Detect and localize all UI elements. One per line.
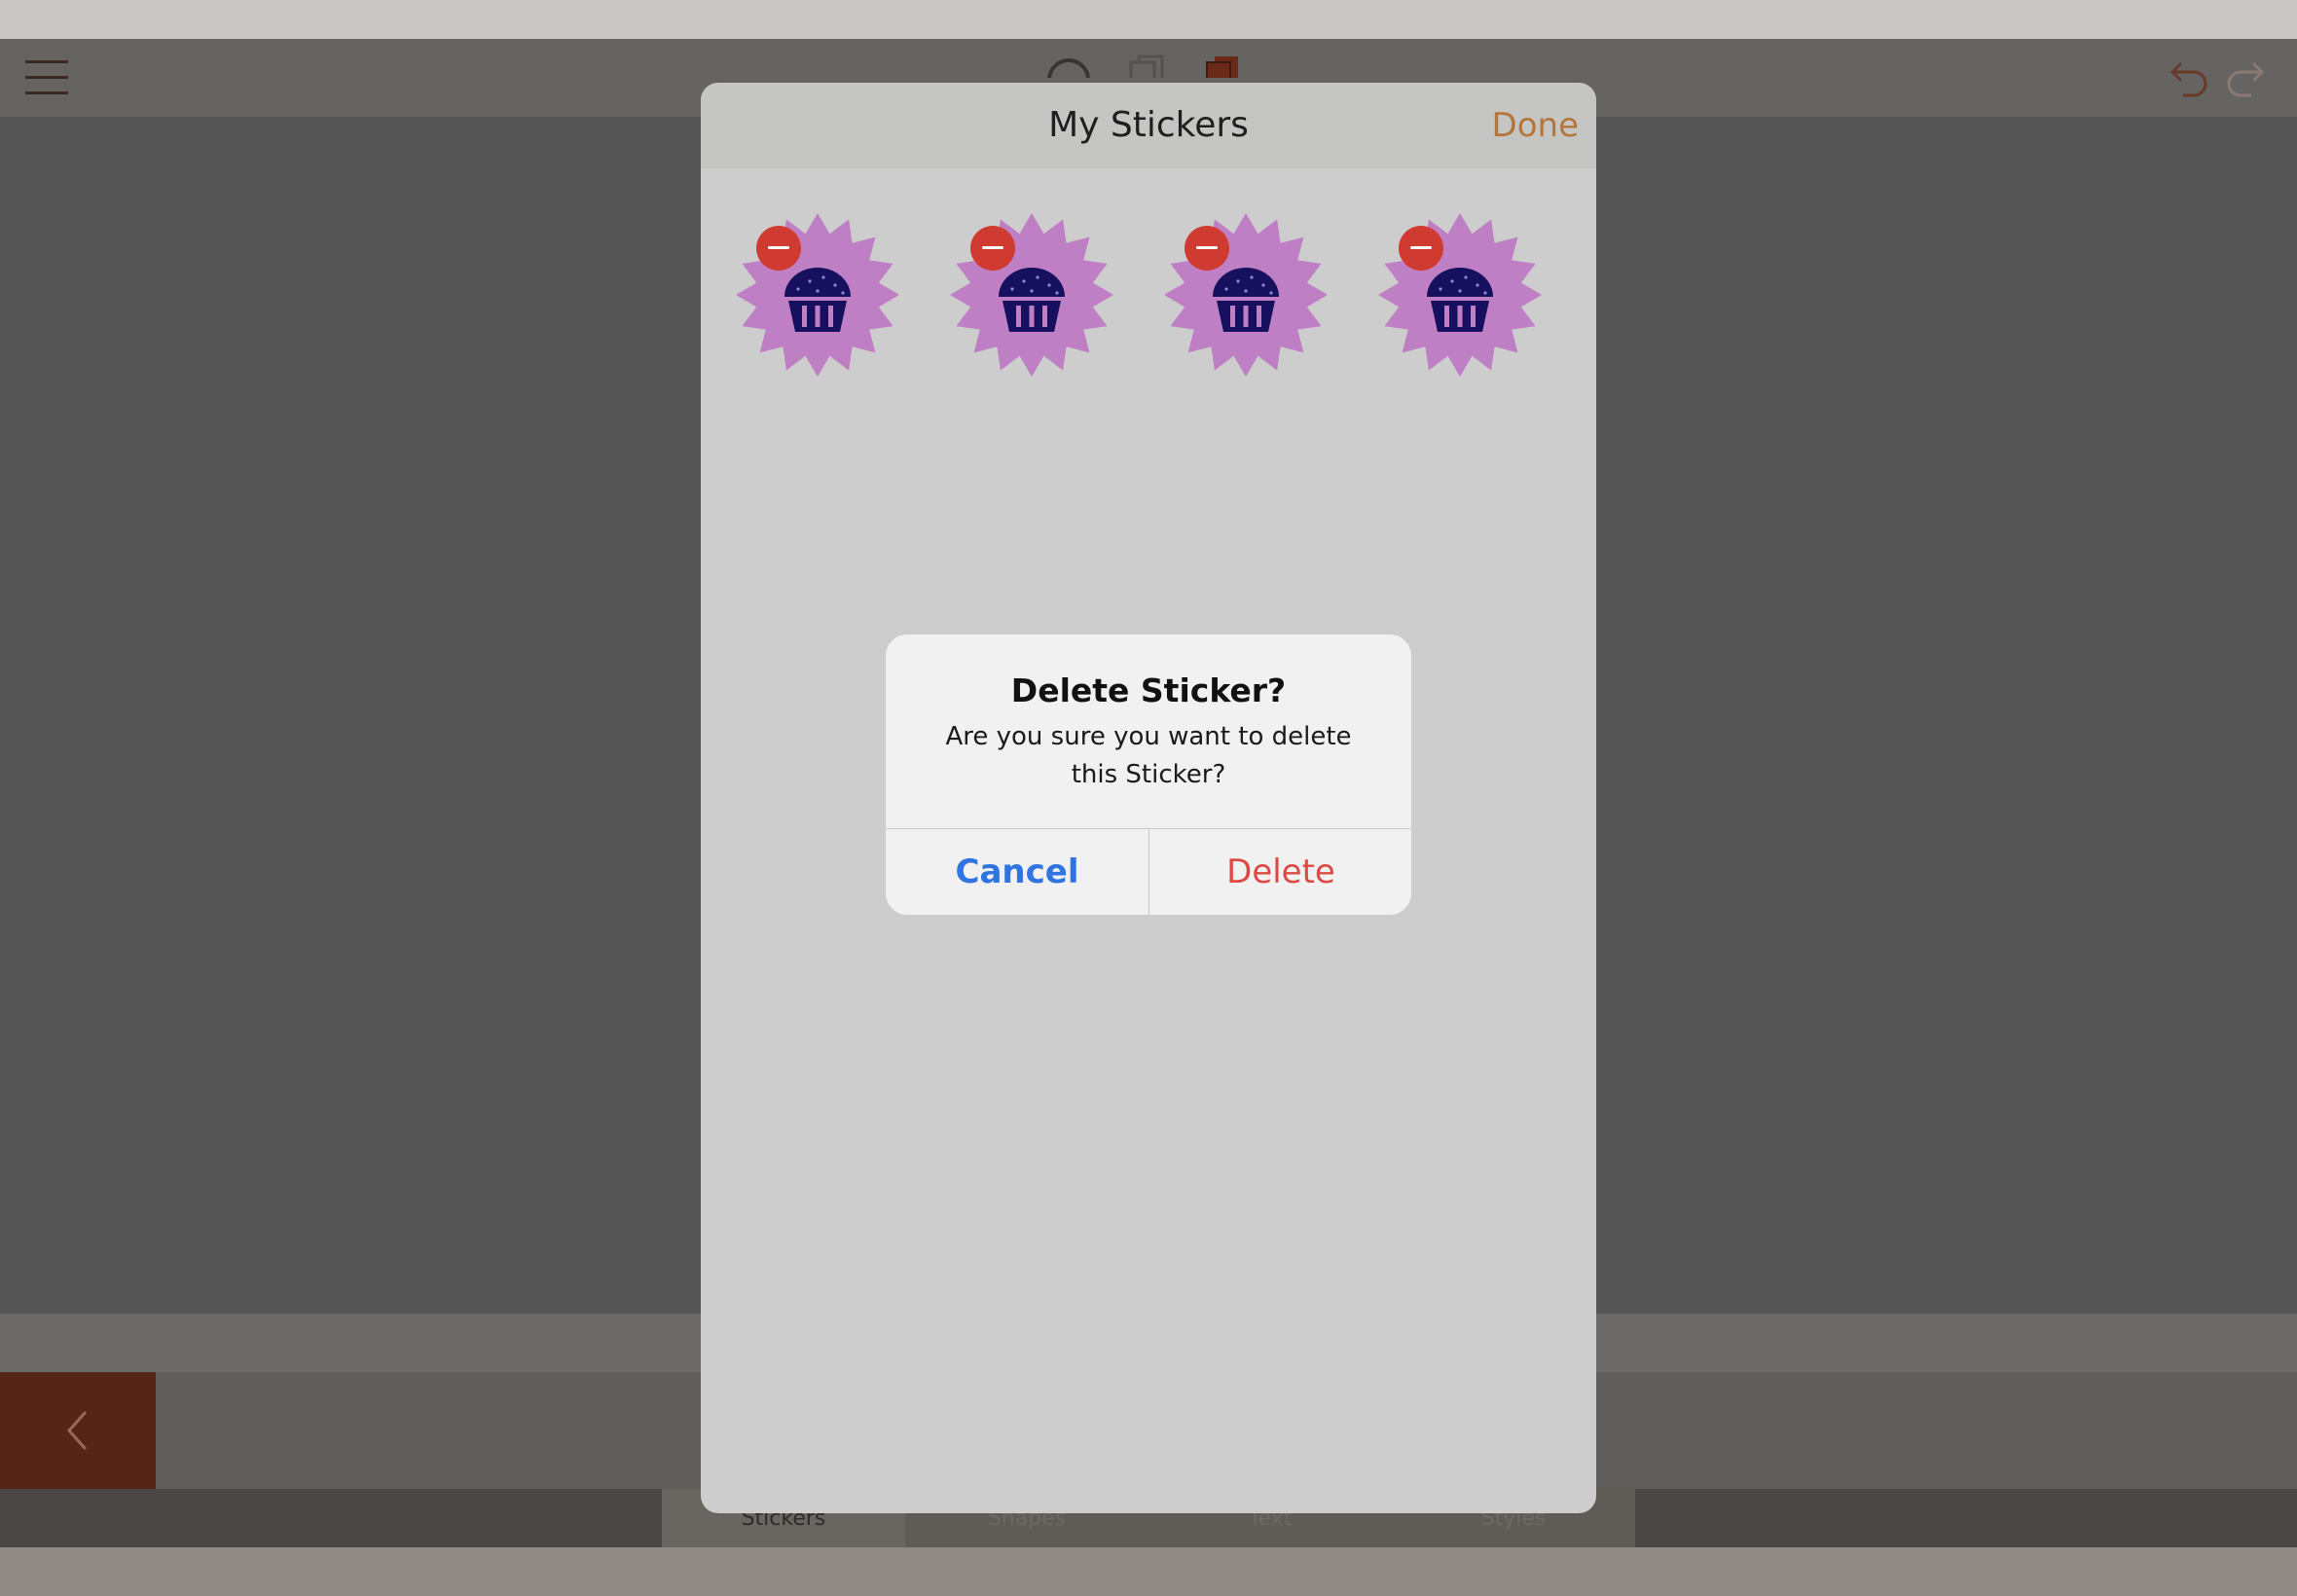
page-copy-icon[interactable] [1129, 54, 1168, 78]
cupcake-sticker[interactable] [944, 207, 1119, 382]
page-icon[interactable] [1205, 54, 1244, 78]
redo-icon[interactable] [2225, 58, 2266, 97]
remove-sticker-button[interactable] [756, 226, 801, 271]
menu-icon[interactable] [25, 58, 68, 97]
remove-sticker-button[interactable] [1399, 226, 1443, 271]
bottom-bar [0, 1547, 2297, 1596]
alert-title: Delete Sticker? [1010, 671, 1287, 709]
cupcake-sticker[interactable] [730, 207, 905, 382]
remove-sticker-button[interactable] [970, 226, 1015, 271]
back-button[interactable] [0, 1372, 156, 1489]
delete-button[interactable]: Delete [1149, 829, 1411, 915]
cupcake-sticker[interactable] [1158, 207, 1333, 382]
search-icon[interactable] [1045, 54, 1092, 78]
alert-message: Are you sure you want to delete this Sti… [945, 722, 1352, 789]
cupcake-sticker[interactable] [1372, 207, 1548, 382]
delete-sticker-alert: Delete Sticker? Are you sure you want to… [886, 635, 1411, 915]
cancel-button[interactable]: Cancel [886, 829, 1148, 915]
sticker-grid [701, 83, 1596, 414]
remove-sticker-button[interactable] [1185, 226, 1229, 271]
undo-icon[interactable] [2169, 58, 2209, 97]
status-bar [0, 0, 2297, 39]
chevron-left-icon [66, 1411, 87, 1450]
